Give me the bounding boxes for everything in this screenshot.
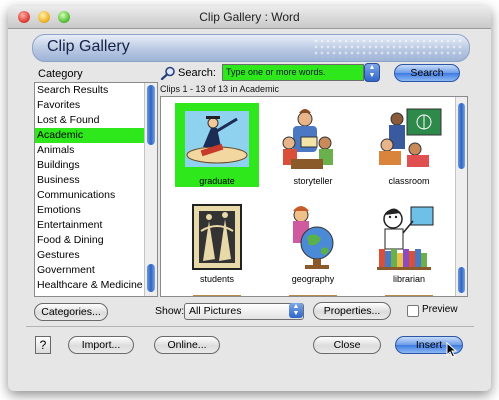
category-item[interactable]: Healthcare & Medicine: [35, 278, 157, 293]
search-button[interactable]: Search: [394, 64, 460, 82]
category-item[interactable]: Search Results: [35, 83, 157, 98]
clips-scroll-thumb[interactable]: [458, 103, 465, 169]
clip-gallery-window: Clip Gallery : Word Clip Gallery Categor…: [8, 6, 491, 391]
properties-button[interactable]: Properties...: [313, 302, 391, 320]
clip-caption: librarian: [392, 274, 425, 284]
clips-scrollbar[interactable]: [455, 97, 467, 296]
category-item[interactable]: Lost & Found: [35, 113, 157, 128]
clips-scroll-arrows[interactable]: [458, 267, 465, 293]
clip-caption: classroom: [388, 176, 430, 186]
category-scroll-arrows[interactable]: [147, 264, 155, 292]
clip-caption: students: [199, 274, 235, 284]
category-item[interactable]: Business: [35, 173, 157, 188]
graduate-clipart-icon: [175, 103, 259, 175]
classroom-clipart-icon: [367, 103, 451, 175]
search-input[interactable]: Type one or more words.: [222, 64, 364, 81]
category-scroll-thumb[interactable]: [147, 85, 155, 145]
category-item[interactable]: Government: [35, 263, 157, 278]
category-item[interactable]: Emotions: [35, 203, 157, 218]
clip-caption: graduate: [199, 176, 235, 186]
category-heading: Category: [38, 68, 83, 80]
preview-label: Preview: [422, 304, 458, 315]
show-label: Show:: [155, 305, 185, 317]
clip-item[interactable]: librarian: [367, 201, 451, 285]
search-label: Search:: [178, 67, 216, 79]
geography-clipart-icon: [271, 201, 355, 273]
window-title: Clip Gallery : Word: [199, 10, 300, 24]
clip-item-partial: [289, 295, 337, 296]
category-item[interactable]: Animals: [35, 143, 157, 158]
category-scrollbar[interactable]: [144, 83, 157, 296]
category-item[interactable]: Food & Dining: [35, 233, 157, 248]
clip-grid: graduate storyteller classroom students geog…: [160, 96, 468, 297]
footer-divider: [26, 326, 474, 327]
clip-item-partial: [385, 295, 433, 296]
clip-caption: storyteller: [293, 176, 333, 186]
librarian-clipart-icon: [367, 201, 451, 273]
banner-title: Clip Gallery: [47, 38, 130, 55]
gallery-banner: Clip Gallery: [32, 34, 470, 62]
clip-item[interactable]: geography: [271, 201, 355, 285]
select-arrows-icon: ▲ ▼: [289, 303, 303, 318]
clip-item[interactable]: students: [175, 201, 259, 285]
storyteller-clipart-icon: [271, 103, 355, 175]
banner-decoration: [313, 38, 463, 58]
category-item[interactable]: Favorites: [35, 98, 157, 113]
students-clipart-icon: [175, 201, 259, 273]
magnifier-icon: [160, 66, 175, 80]
down-arrow-icon: ▼: [368, 72, 376, 79]
help-button[interactable]: ?: [35, 336, 51, 354]
clip-caption: geography: [291, 274, 335, 284]
title-bar[interactable]: Clip Gallery : Word: [8, 6, 491, 29]
clip-item[interactable]: graduate: [175, 103, 259, 187]
category-item[interactable]: Gestures: [35, 248, 157, 263]
online-button[interactable]: Online...: [154, 336, 220, 354]
close-button[interactable]: Close: [313, 336, 381, 354]
show-select[interactable]: All Pictures ▲ ▼: [184, 303, 304, 320]
clips-status: Clips 1 - 13 of 13 in Academic: [160, 84, 280, 94]
category-item[interactable]: Buildings: [35, 158, 157, 173]
clip-item-partial: [193, 295, 241, 296]
category-item[interactable]: Academic: [35, 128, 157, 143]
clip-item[interactable]: storyteller: [271, 103, 355, 187]
category-item[interactable]: Communications: [35, 188, 157, 203]
categories-button[interactable]: Categories...: [34, 303, 108, 321]
up-arrow-icon: ▲: [368, 64, 376, 71]
category-item[interactable]: Entertainment: [35, 218, 157, 233]
show-select-value: All Pictures: [189, 305, 242, 317]
category-list: Search Results Favorites Lost & Found Acade…: [34, 82, 158, 297]
clip-item[interactable]: classroom: [367, 103, 451, 187]
preview-checkbox[interactable]: [407, 305, 419, 317]
search-history-stepper[interactable]: ▲ ▼: [364, 63, 380, 82]
import-button[interactable]: Import...: [68, 336, 134, 354]
mouse-pointer-icon: [446, 342, 458, 358]
